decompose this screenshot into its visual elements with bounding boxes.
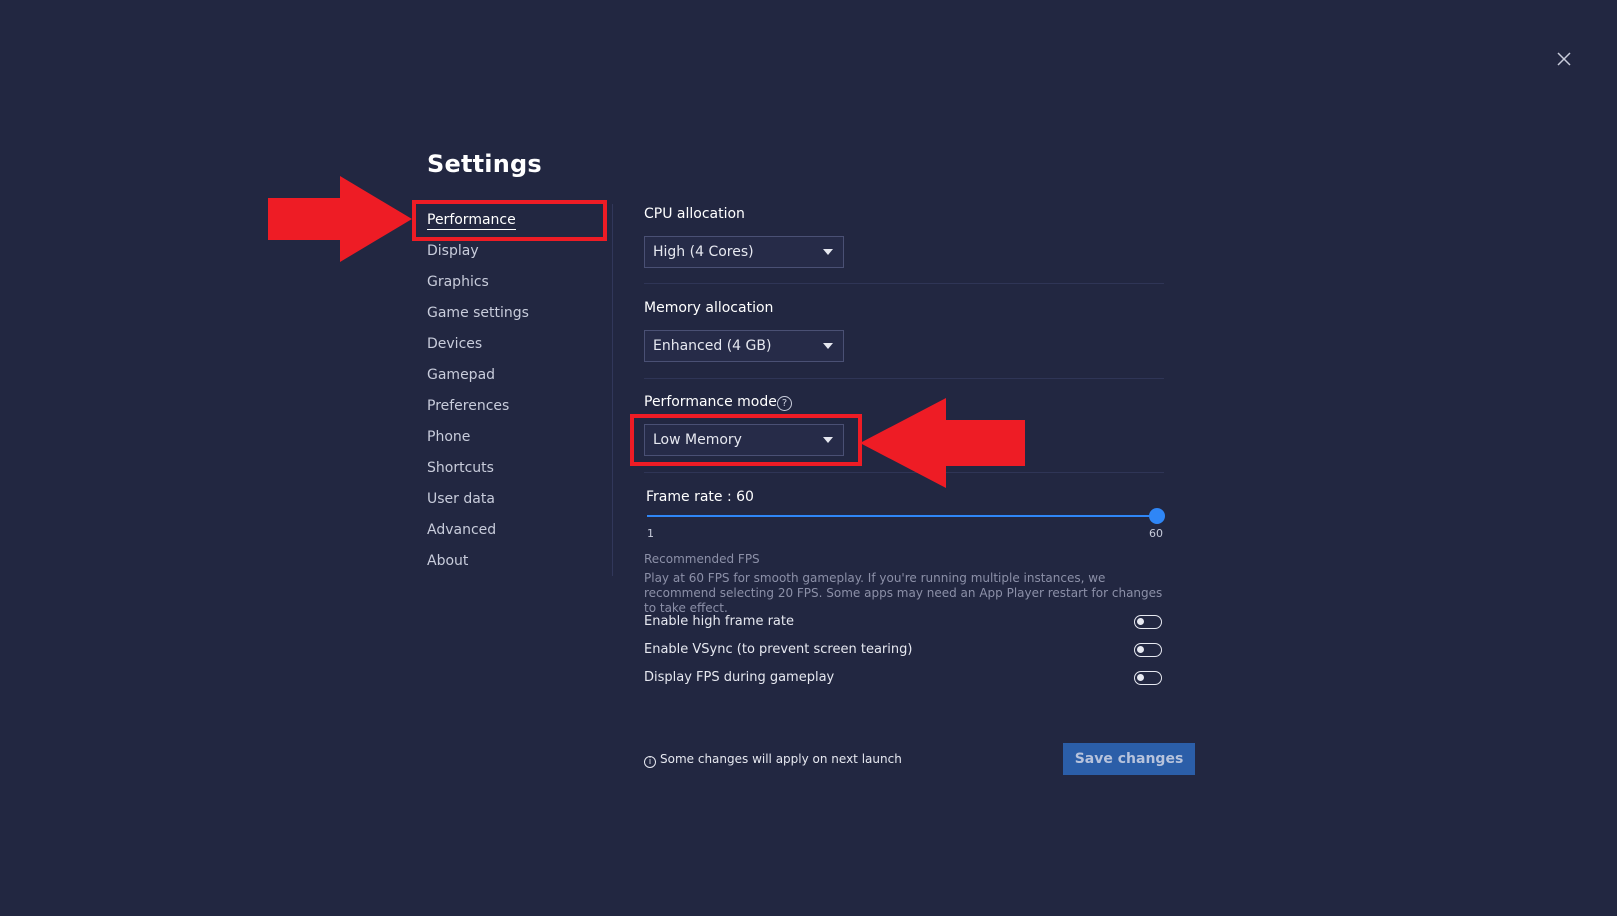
close-button[interactable]: [1553, 48, 1575, 70]
cpu-allocation-select[interactable]: High (4 Cores): [644, 236, 844, 268]
annotation-arrow-right-icon: [268, 176, 412, 262]
memory-allocation-select[interactable]: Enhanced (4 GB): [644, 330, 844, 362]
sidebar-item-preferences[interactable]: Preferences: [427, 392, 607, 423]
page-title: Settings: [427, 150, 542, 178]
sidebar-item-phone[interactable]: Phone: [427, 423, 607, 454]
toggle-label-high-frame-rate: Enable high frame rate: [644, 614, 794, 629]
sidebar-item-gamepad[interactable]: Gamepad: [427, 361, 607, 392]
sidebar-item-label: Display: [427, 243, 479, 259]
annotation-box-performance-mode: [630, 414, 862, 466]
sidebar-item-label: Preferences: [427, 398, 510, 414]
sidebar-item-shortcuts[interactable]: Shortcuts: [427, 454, 607, 485]
sidebar-item-advanced[interactable]: Advanced: [427, 516, 607, 547]
sidebar-item-user-data[interactable]: User data: [427, 485, 607, 516]
display-fps-toggle[interactable]: [1134, 671, 1162, 685]
high-frame-rate-toggle[interactable]: [1134, 615, 1162, 629]
performance-mode-label: Performance mode: [644, 394, 777, 410]
sidebar-item-label: Advanced: [427, 522, 497, 538]
chevron-down-icon: [823, 249, 833, 255]
settings-window: Settings Performance Display Graphics Ga…: [0, 0, 1617, 916]
sidebar-item-label: User data: [427, 491, 495, 507]
frame-rate-slider-handle[interactable]: [1149, 508, 1165, 524]
sidebar: Performance Display Graphics Game settin…: [427, 206, 607, 578]
cpu-allocation-value: High (4 Cores): [653, 244, 754, 260]
frame-rate-min-label: 1: [647, 527, 654, 540]
frame-rate-max-label: 60: [1149, 527, 1163, 540]
sidebar-divider: [612, 204, 613, 576]
sidebar-item-about[interactable]: About: [427, 547, 607, 578]
memory-allocation-label: Memory allocation: [644, 300, 774, 316]
chevron-down-icon: [823, 343, 833, 349]
sidebar-item-label: Phone: [427, 429, 471, 445]
annotation-box-performance: [412, 200, 607, 241]
restart-note-text: Some changes will apply on next launch: [660, 752, 902, 766]
recommended-fps-title: Recommended FPS: [644, 552, 760, 566]
toggle-knob: [1137, 618, 1144, 625]
sidebar-item-game-settings[interactable]: Game settings: [427, 299, 607, 330]
vsync-toggle[interactable]: [1134, 643, 1162, 657]
sidebar-item-display[interactable]: Display: [427, 237, 607, 268]
recommended-fps-description: Play at 60 FPS for smooth gameplay. If y…: [644, 571, 1163, 615]
frame-rate-label: Frame rate : 60: [646, 489, 754, 505]
sidebar-item-devices[interactable]: Devices: [427, 330, 607, 361]
annotation-arrow-left-icon: [860, 398, 1025, 488]
toggle-knob: [1137, 646, 1144, 653]
section-divider: [644, 378, 1164, 379]
toggle-label-vsync: Enable VSync (to prevent screen tearing): [644, 642, 913, 657]
sidebar-item-graphics[interactable]: Graphics: [427, 268, 607, 299]
info-icon: i: [644, 756, 656, 768]
help-icon[interactable]: ?: [777, 396, 792, 411]
restart-note: i Some changes will apply on next launch: [644, 752, 902, 768]
memory-allocation-value: Enhanced (4 GB): [653, 338, 772, 354]
sidebar-item-label: Shortcuts: [427, 460, 494, 476]
close-icon: [1557, 52, 1571, 66]
section-divider: [644, 283, 1164, 284]
cpu-allocation-label: CPU allocation: [644, 206, 745, 222]
toggle-label-display-fps: Display FPS during gameplay: [644, 670, 835, 685]
frame-rate-slider-track[interactable]: [647, 515, 1157, 517]
sidebar-item-label: Game settings: [427, 305, 529, 321]
sidebar-item-label: Graphics: [427, 274, 489, 290]
sidebar-item-label: Devices: [427, 336, 483, 352]
save-changes-button[interactable]: Save changes: [1063, 743, 1195, 775]
toggle-knob: [1137, 674, 1144, 681]
sidebar-item-label: About: [427, 553, 469, 569]
sidebar-item-label: Gamepad: [427, 367, 496, 383]
